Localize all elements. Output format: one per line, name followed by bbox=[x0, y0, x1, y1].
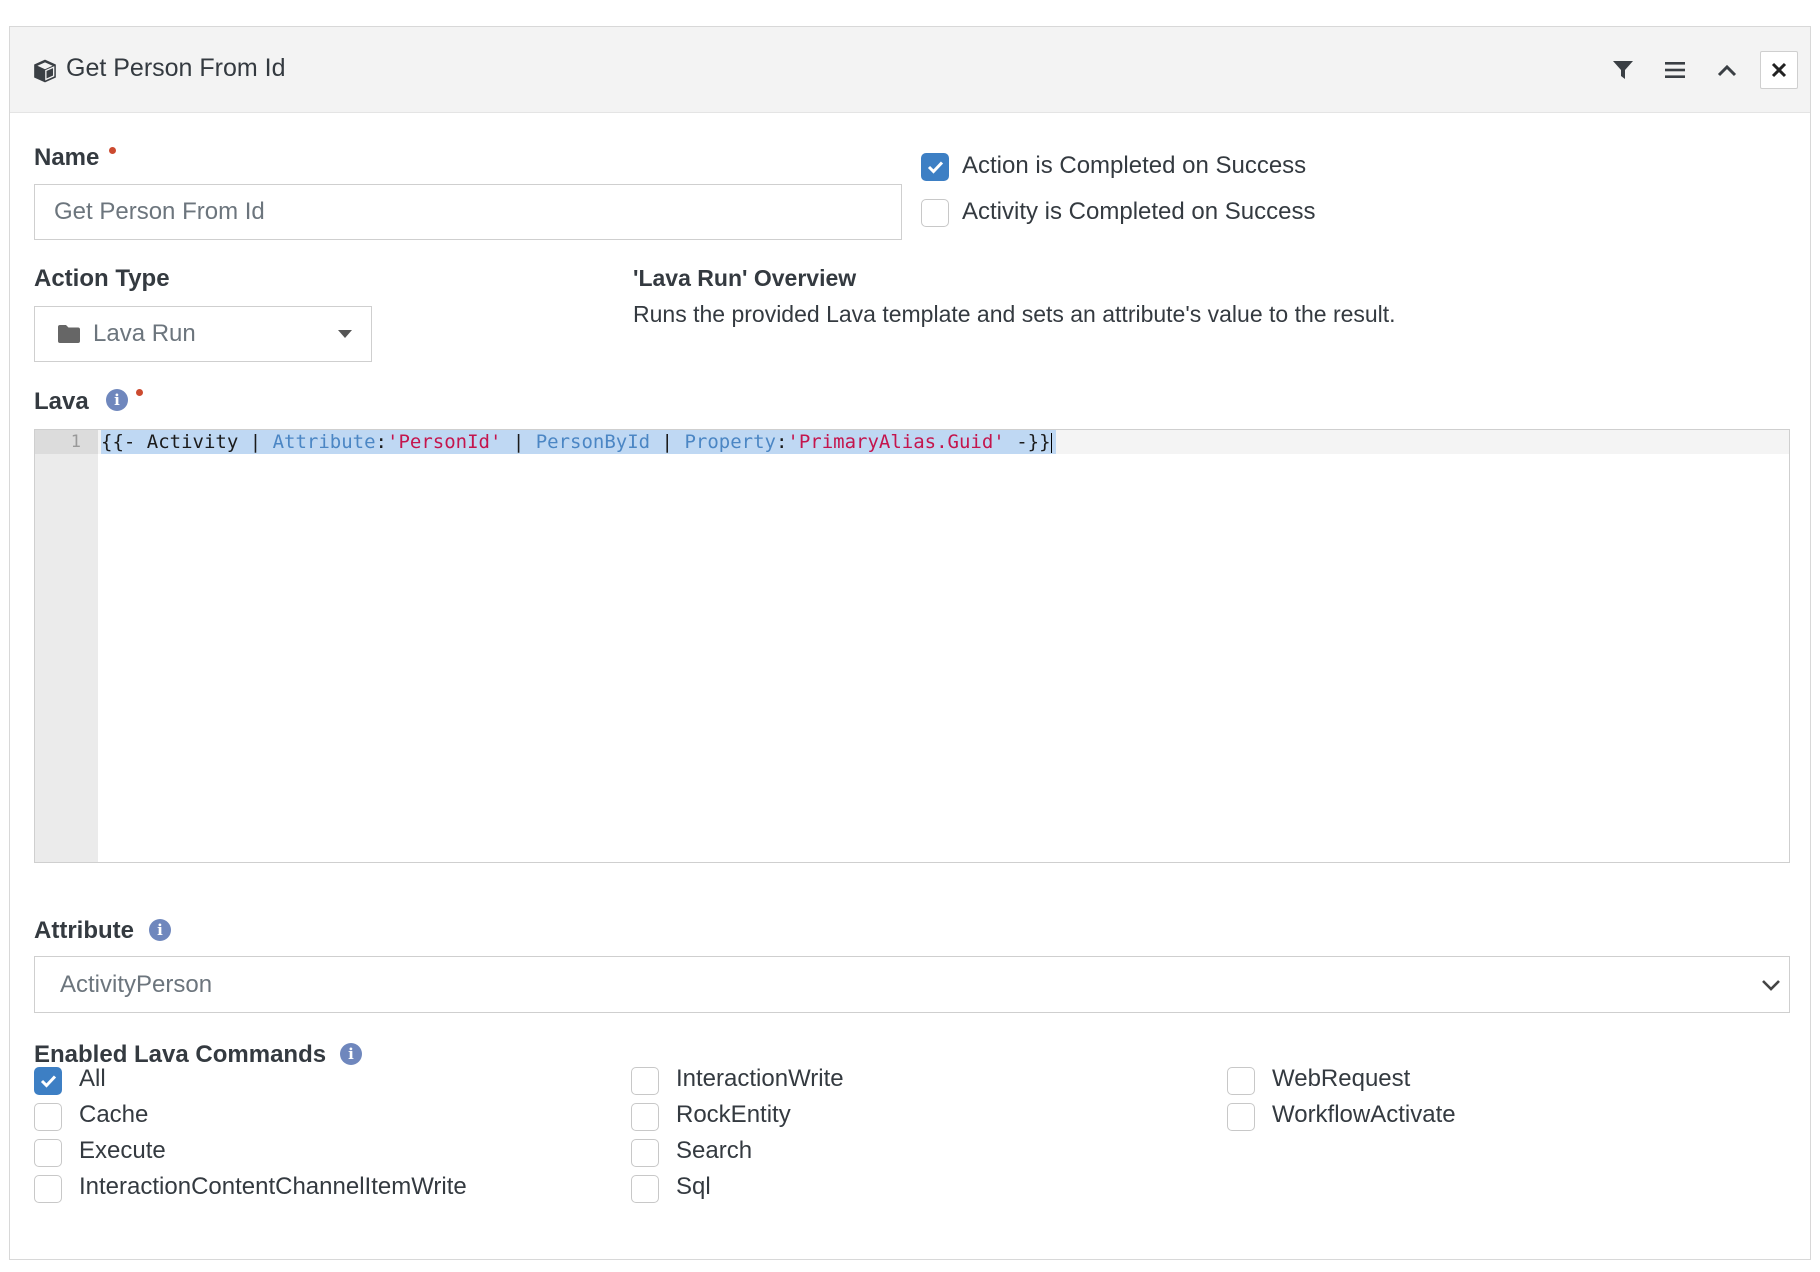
chevron-up-icon bbox=[1717, 64, 1737, 77]
info-icon[interactable]: i bbox=[106, 389, 128, 411]
info-icon[interactable]: i bbox=[149, 919, 171, 941]
lava-label: Lava bbox=[34, 388, 89, 415]
name-label: Name bbox=[34, 144, 100, 171]
menu-button[interactable] bbox=[1656, 51, 1694, 89]
cube-icon bbox=[34, 59, 56, 83]
command-checkbox-workflowactivate[interactable] bbox=[1227, 1103, 1255, 1131]
attribute-select-value: ActivityPerson bbox=[60, 970, 213, 998]
caret-down-icon bbox=[338, 330, 352, 338]
required-indicator bbox=[109, 147, 116, 154]
workflow-action-panel: Get Person From Id Name Get Person From … bbox=[9, 26, 1811, 1260]
code-line[interactable]: {{- Activity | Attribute:'PersonId' | Pe… bbox=[101, 430, 1056, 454]
attribute-select[interactable]: ActivityPerson bbox=[34, 956, 1790, 1013]
action-completed-checkbox[interactable] bbox=[921, 153, 949, 181]
lava-commands-label: Enabled Lava Commands bbox=[34, 1041, 327, 1068]
command-label-webrequest: WebRequest bbox=[1272, 1065, 1411, 1092]
panel-header[interactable]: Get Person From Id bbox=[10, 27, 1810, 113]
code-token: 'PersonId' bbox=[387, 431, 502, 453]
lava-code-editor[interactable]: 1 {{- Activity | Attribute:'PersonId' | … bbox=[34, 429, 1790, 863]
filter-button[interactable] bbox=[1604, 51, 1642, 89]
text-caret bbox=[1050, 432, 1052, 453]
line-number: 1 bbox=[70, 432, 81, 452]
command-label-rockentity: RockEntity bbox=[676, 1101, 791, 1128]
attribute-label: Attribute bbox=[34, 917, 134, 944]
required-indicator bbox=[136, 389, 143, 396]
command-label-all: All bbox=[79, 1065, 106, 1092]
folder-icon bbox=[58, 325, 80, 343]
filter-icon bbox=[1613, 61, 1633, 79]
action-completed-label: Action is Completed on Success bbox=[962, 152, 1307, 179]
activity-completed-checkbox[interactable] bbox=[921, 199, 949, 227]
activity-completed-label: Activity is Completed on Success bbox=[962, 198, 1316, 225]
command-label-execute: Execute bbox=[79, 1137, 166, 1164]
command-checkbox-interactioncontentchannelitemwrite[interactable] bbox=[34, 1175, 62, 1203]
code-token: -}} bbox=[1004, 431, 1051, 453]
command-checkbox-execute[interactable] bbox=[34, 1139, 62, 1167]
command-label-sql: Sql bbox=[676, 1173, 711, 1200]
code-token: {{- Activity | bbox=[101, 431, 273, 453]
command-label-interactioncontentchannelitemwrite: InteractionContentChannelItemWrite bbox=[79, 1173, 467, 1200]
overview-description: Runs the provided Lava template and sets… bbox=[633, 301, 1396, 327]
command-label-cache: Cache bbox=[79, 1101, 149, 1128]
menu-icon bbox=[1665, 62, 1685, 78]
command-label-workflowactivate: WorkflowActivate bbox=[1272, 1101, 1456, 1128]
collapse-button[interactable] bbox=[1708, 51, 1746, 89]
close-icon bbox=[1771, 62, 1787, 78]
close-button[interactable] bbox=[1760, 51, 1798, 89]
action-type-picker[interactable]: Lava Run bbox=[34, 306, 372, 362]
command-checkbox-sql[interactable] bbox=[631, 1175, 659, 1203]
code-token: PersonById bbox=[535, 431, 651, 453]
chevron-down-icon bbox=[1762, 980, 1780, 991]
code-token: | bbox=[501, 431, 536, 453]
command-checkbox-webrequest[interactable] bbox=[1227, 1067, 1255, 1095]
command-label-interactionwrite: InteractionWrite bbox=[676, 1065, 844, 1092]
code-token: Property bbox=[684, 431, 776, 453]
action-type-label: Action Type bbox=[34, 265, 170, 292]
command-checkbox-cache[interactable] bbox=[34, 1103, 62, 1131]
check-icon bbox=[927, 161, 944, 174]
check-icon bbox=[40, 1075, 57, 1088]
code-token: : bbox=[775, 431, 788, 453]
command-checkbox-interactionwrite[interactable] bbox=[631, 1067, 659, 1095]
command-checkbox-all[interactable] bbox=[34, 1067, 62, 1095]
action-type-value: Lava Run bbox=[93, 320, 196, 347]
code-token: | bbox=[650, 431, 685, 453]
name-input[interactable]: Get Person From Id bbox=[34, 184, 902, 240]
command-checkbox-search[interactable] bbox=[631, 1139, 659, 1167]
info-icon[interactable]: i bbox=[340, 1043, 362, 1065]
command-label-search: Search bbox=[676, 1137, 753, 1164]
command-checkbox-rockentity[interactable] bbox=[631, 1103, 659, 1131]
name-input-value: Get Person From Id bbox=[54, 198, 265, 225]
panel-title: Get Person From Id bbox=[66, 54, 286, 82]
code-token: 'PrimaryAlias.Guid' bbox=[787, 431, 1005, 453]
code-token: Attribute bbox=[272, 431, 376, 453]
editor-gutter bbox=[35, 430, 98, 862]
overview-title: 'Lava Run' Overview bbox=[633, 265, 857, 291]
code-token: : bbox=[375, 431, 387, 453]
